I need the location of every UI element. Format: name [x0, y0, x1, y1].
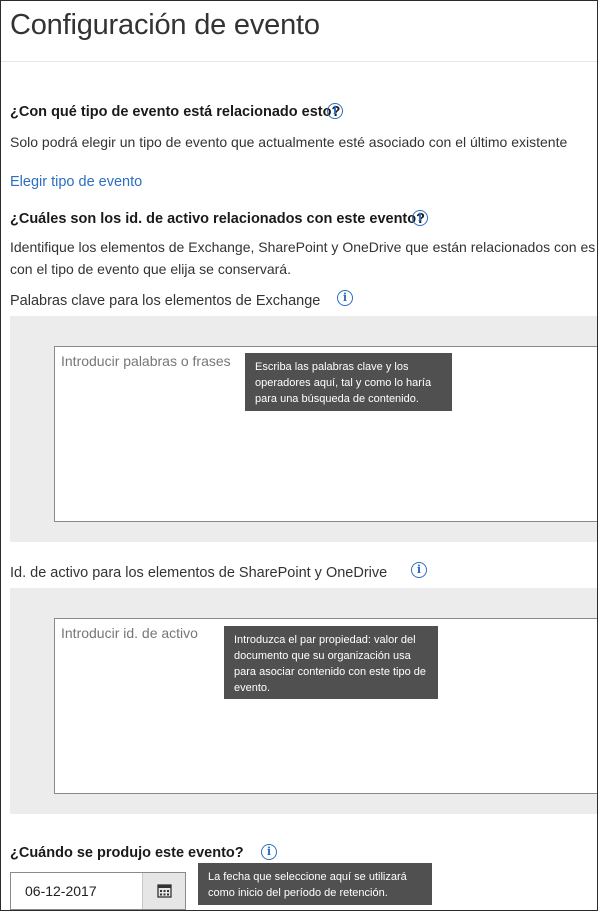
info-icon[interactable]: i: [337, 290, 353, 306]
calendar-button[interactable]: [142, 873, 185, 909]
event-date-value[interactable]: 06-12-2017: [25, 883, 97, 899]
sharepoint-asset-ids-tooltip: Introduzca el par propiedad: valor del d…: [224, 626, 438, 699]
info-icon[interactable]: i: [412, 210, 428, 226]
exchange-keywords-label: Palabras clave para los elementos de Exc…: [10, 293, 321, 309]
divider: [1, 61, 597, 62]
event-date-question: ¿Cuándo se produjo este evento?: [10, 845, 244, 861]
sharepoint-asset-ids-placeholder: Introducir id. de activo: [61, 625, 198, 641]
asset-ids-description-line2: con el tipo de evento que elija se conse…: [10, 261, 291, 277]
info-icon[interactable]: i: [327, 103, 343, 119]
event-date-tooltip: La fecha que seleccione aquí se utilizar…: [198, 863, 432, 905]
event-configuration-panel: Configuración de evento ¿Con qué tipo de…: [0, 0, 598, 911]
asset-ids-description-line1: Identifique los elementos de Exchange, S…: [10, 239, 596, 255]
asset-ids-question: ¿Cuáles son los id. de activo relacionad…: [10, 211, 425, 227]
event-type-question: ¿Con qué tipo de evento está relacionado…: [10, 104, 341, 120]
exchange-keywords-placeholder: Introducir palabras o frases: [61, 353, 231, 369]
info-icon[interactable]: i: [261, 844, 277, 860]
event-date-picker[interactable]: 06-12-2017: [10, 872, 186, 910]
info-icon[interactable]: i: [411, 562, 427, 578]
sharepoint-asset-ids-label: Id. de activo para los elementos de Shar…: [10, 565, 388, 581]
choose-event-type-link[interactable]: Elegir tipo de evento: [10, 174, 142, 190]
calendar-icon: [157, 884, 172, 898]
page-title: Configuración de evento: [10, 9, 320, 41]
exchange-keywords-tooltip: Escriba las palabras clave y los operado…: [245, 353, 452, 411]
event-type-description: Solo podrá elegir un tipo de evento que …: [10, 134, 568, 150]
